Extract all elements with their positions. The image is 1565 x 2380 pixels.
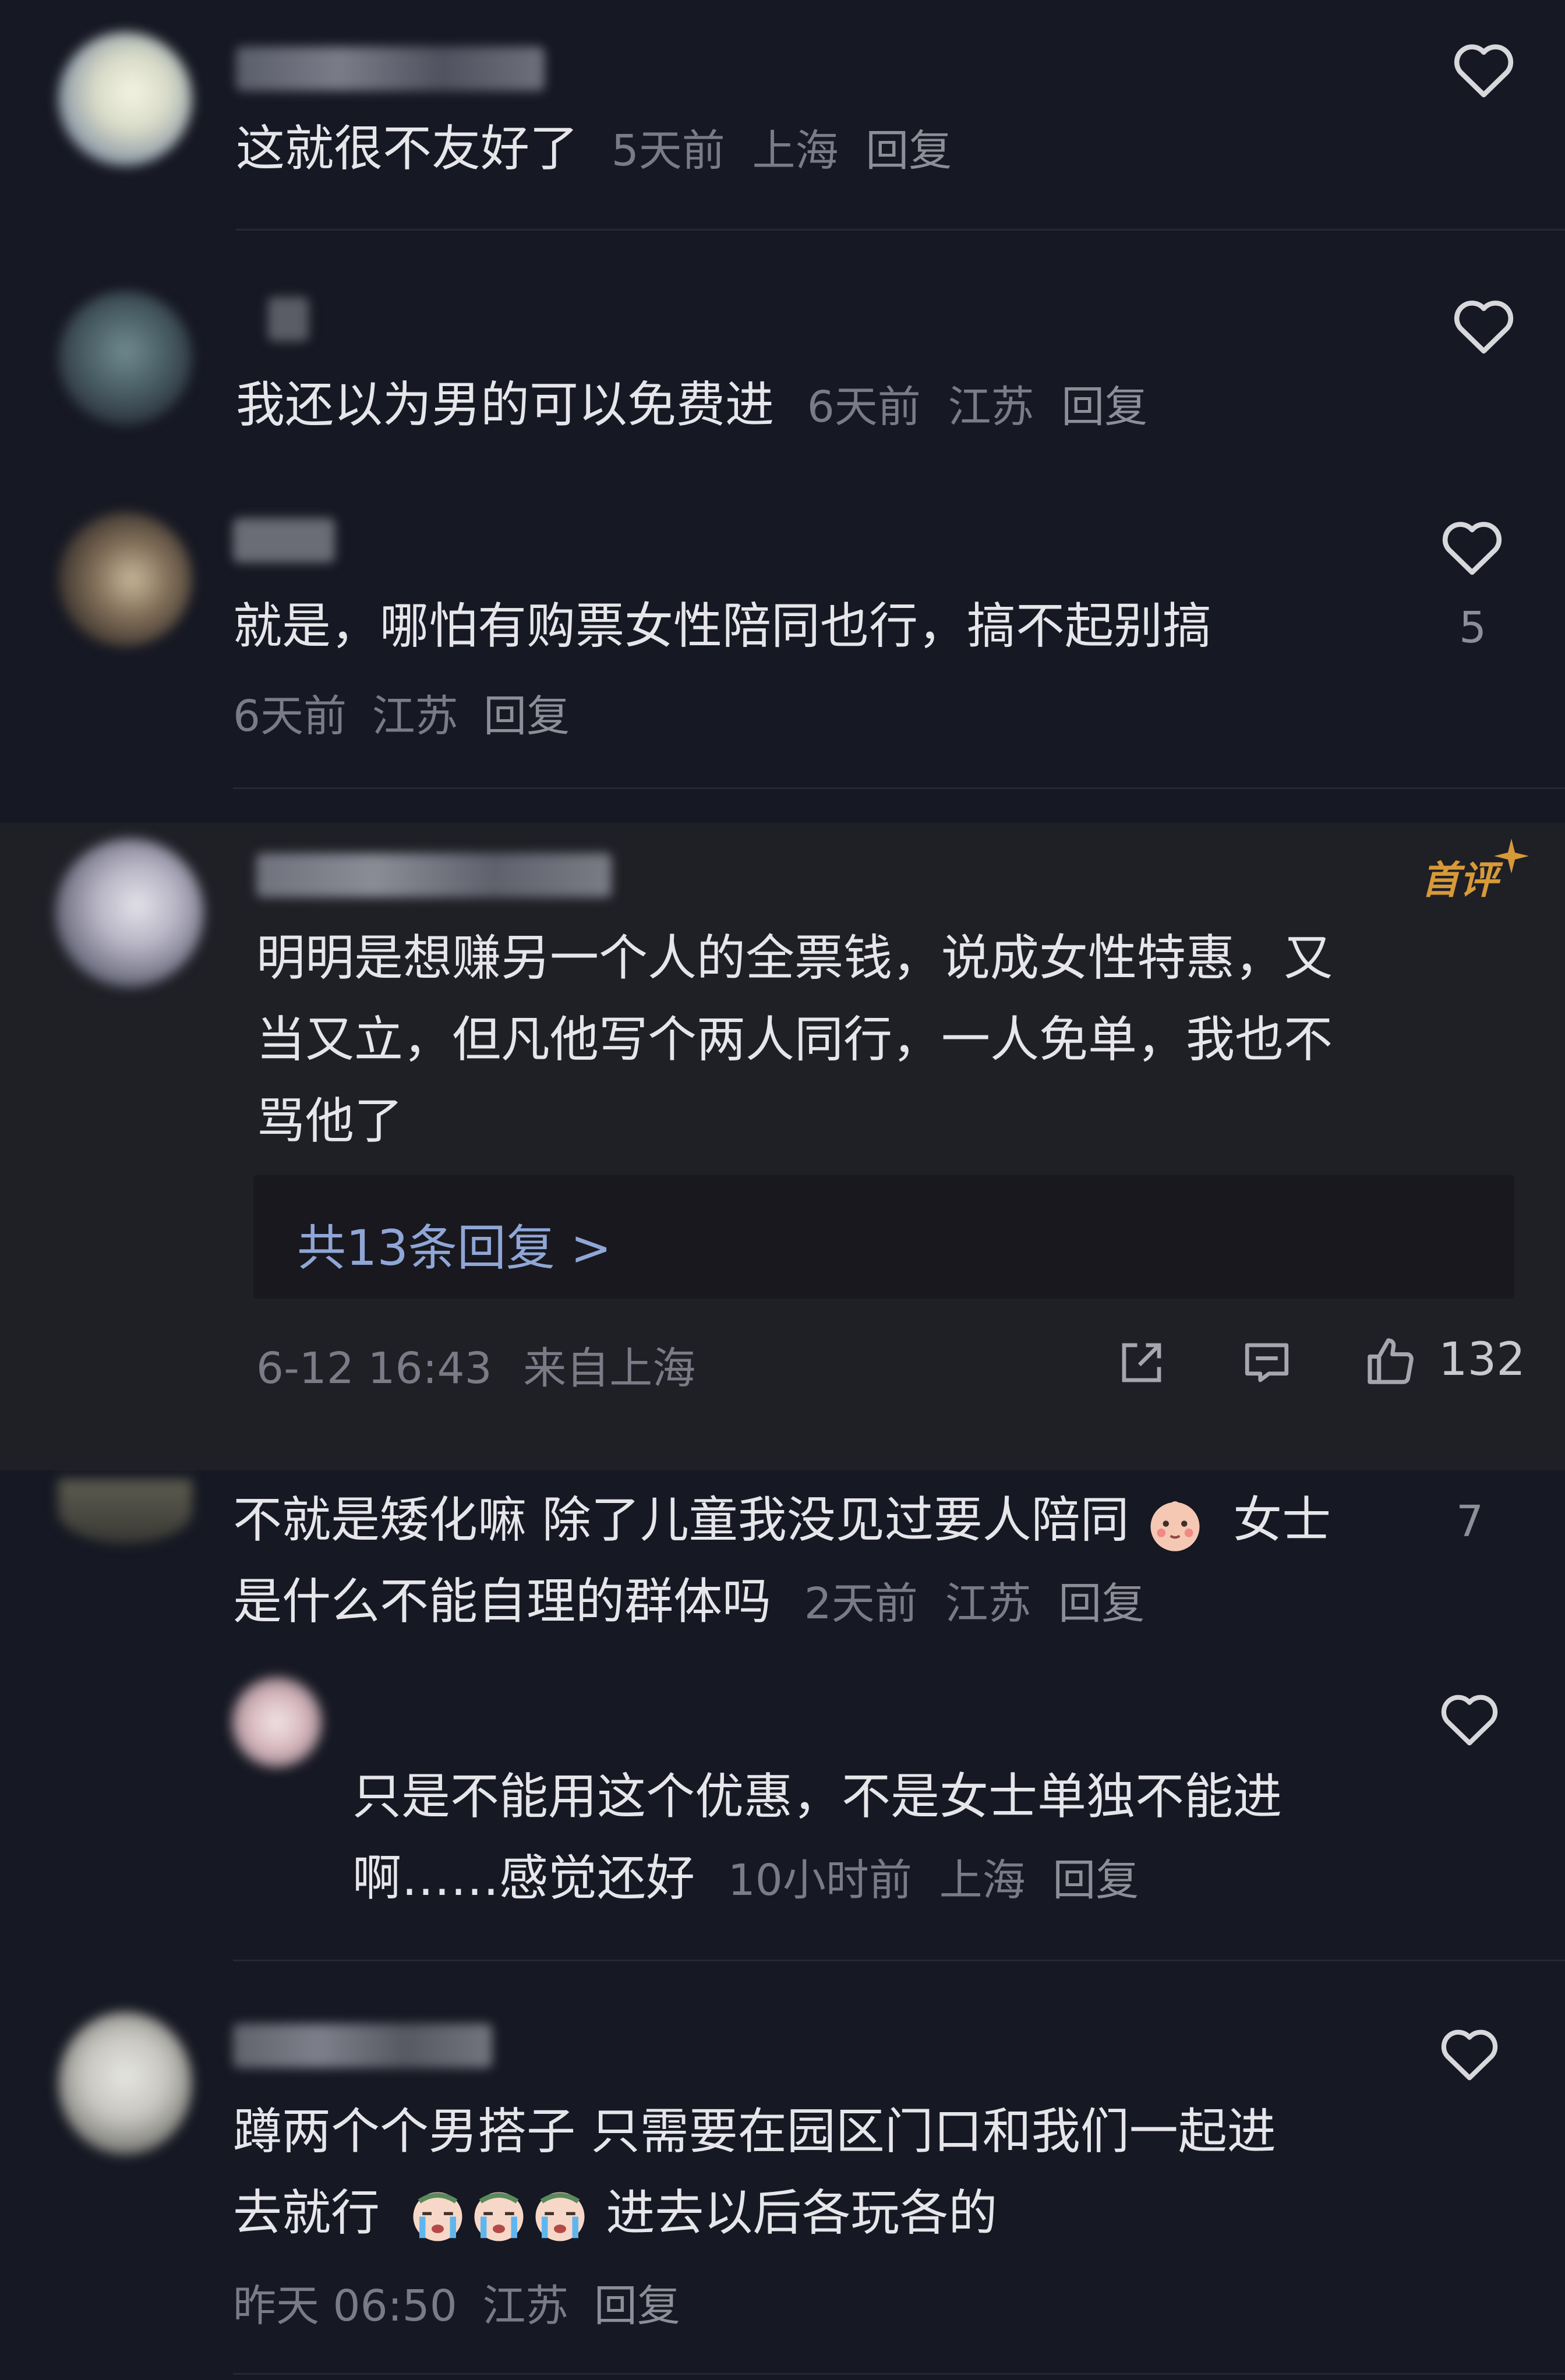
thumbs-up-icon[interactable] [1363, 1334, 1418, 1389]
comment-text: 是什么不能自理的群体吗 2天前 江苏 回复 [233, 1561, 1144, 1645]
comment-body: 是什么不能自理的群体吗 [233, 1573, 772, 1630]
comment-body: 这就很不友好了 [236, 120, 579, 177]
comment-time: 6-12 16:43 [256, 1343, 492, 1394]
reply-button[interactable]: 回复 [1052, 1855, 1139, 1905]
reply-button[interactable]: 回复 [594, 2281, 680, 2331]
comment-time: 10小时前 [727, 1855, 912, 1905]
comment-body-continued: 进去以后各玩各的 [606, 2184, 998, 2241]
first-comment-badge: 首评 [1421, 858, 1498, 903]
comment-location: 江苏 [948, 382, 1034, 432]
avatar[interactable] [58, 291, 192, 425]
heart-icon[interactable] [1437, 2024, 1502, 2082]
avatar[interactable] [58, 1479, 192, 1543]
comment-body: 我还以为男的可以免费进 [236, 376, 775, 433]
comment-origin: 来自上海 [523, 1343, 696, 1394]
comment-text: 这就很不友好了 5天前 上海 回复 [236, 108, 952, 192]
comment-line: 蹲两个个男搭子 只需要在园区门口和我们一起进 [233, 2103, 1276, 2160]
comment-line: 只是不能用这个优惠，不是女士单独不能进 [352, 1768, 1283, 1825]
comment-meta: 6天前 江苏 回复 [233, 681, 570, 744]
comment-time: 5天前 [611, 126, 725, 176]
username[interactable] [233, 518, 335, 563]
avatar[interactable] [58, 512, 192, 646]
reply-button[interactable]: 回复 [1058, 1579, 1144, 1629]
username[interactable] [268, 297, 309, 341]
heart-icon[interactable] [1437, 1689, 1502, 1747]
avatar[interactable] [58, 2012, 192, 2155]
comment-text: 我还以为男的可以免费进 6天前 江苏 回复 [236, 364, 1147, 448]
share-icon[interactable] [1115, 1336, 1168, 1389]
comment-location: 江苏 [482, 2281, 569, 2331]
like-count: 132 [1439, 1334, 1525, 1386]
reply-button[interactable]: 回复 [1061, 382, 1147, 432]
comment-line: 不就是矮化嘛 除了儿童我没见过要人陪同 女士 [233, 1479, 1331, 1561]
heart-icon[interactable] [1450, 294, 1517, 355]
crying-emoji [413, 2192, 462, 2241]
comment-location: 江苏 [372, 691, 458, 741]
divider [233, 787, 1565, 789]
comment-line: 骂他了 [256, 1092, 404, 1150]
replies-panel[interactable]: 共13条回复 > [253, 1175, 1514, 1299]
badge-spark-icon [1494, 839, 1529, 874]
reply-button[interactable]: 回复 [483, 691, 570, 741]
crying-emoji [474, 2192, 524, 2241]
comment-body: 不就是矮化嘛 除了儿童我没见过要人陪同 [233, 1491, 1129, 1548]
like-count: 5 [1459, 603, 1487, 653]
username[interactable] [256, 853, 612, 897]
comment-body-continued: 女士 [1233, 1491, 1331, 1548]
divider [236, 229, 1565, 231]
comment-text: 就是，哪怕有购票女性陪同也行，搞不起别搞 [233, 585, 1211, 667]
comment-line: 当又立，但凡他写个两人同行，一人免单，我也不 [256, 1011, 1333, 1068]
like-count: 7 [1456, 1497, 1484, 1547]
crying-emoji [535, 2192, 585, 2241]
heart-icon[interactable] [1439, 515, 1506, 577]
comment-location: 上海 [752, 126, 839, 176]
comment-time: 2天前 [804, 1579, 918, 1629]
avatar[interactable] [55, 839, 204, 987]
comment-body: 啊……感觉还好 [352, 1849, 695, 1907]
comment-time: 6天前 [807, 382, 921, 432]
username[interactable] [233, 2024, 492, 2068]
comment-location: 江苏 [945, 1579, 1031, 1629]
baby-emoji [1150, 1501, 1200, 1551]
divider [233, 2373, 1565, 2375]
crying-emoji-group [407, 2184, 606, 2241]
comment-body: 就是，哪怕有购票女性陪同也行，搞不起别搞 [233, 597, 1212, 655]
divider [233, 1960, 1565, 1961]
comment-line: 去就行 进去以后各玩各的 [233, 2172, 997, 2254]
comment-body: 去就行 [233, 2184, 380, 2241]
view-replies-link[interactable]: 共13条回复 > [297, 1209, 612, 1279]
comment-icon[interactable] [1241, 1336, 1293, 1389]
comment-meta: 昨天 06:50 江苏 回复 [233, 2271, 680, 2333]
comment-time: 6天前 [233, 691, 347, 741]
heart-icon[interactable] [1450, 38, 1517, 99]
reply-button[interactable]: 回复 [865, 126, 952, 176]
username[interactable] [236, 47, 545, 91]
avatar[interactable] [58, 32, 192, 166]
comment-line: 明明是想赚另一个人的全票钱，说成女性特惠，又 [256, 929, 1333, 986]
comment-location: 上海 [939, 1855, 1026, 1905]
comment-text: 啊……感觉还好 10小时前 上海 回复 [352, 1837, 1139, 1921]
comment-time: 昨天 06:50 [233, 2281, 457, 2331]
comment-datetime: 6-12 16:43 来自上海 [256, 1334, 695, 1396]
avatar[interactable] [232, 1677, 322, 1767]
